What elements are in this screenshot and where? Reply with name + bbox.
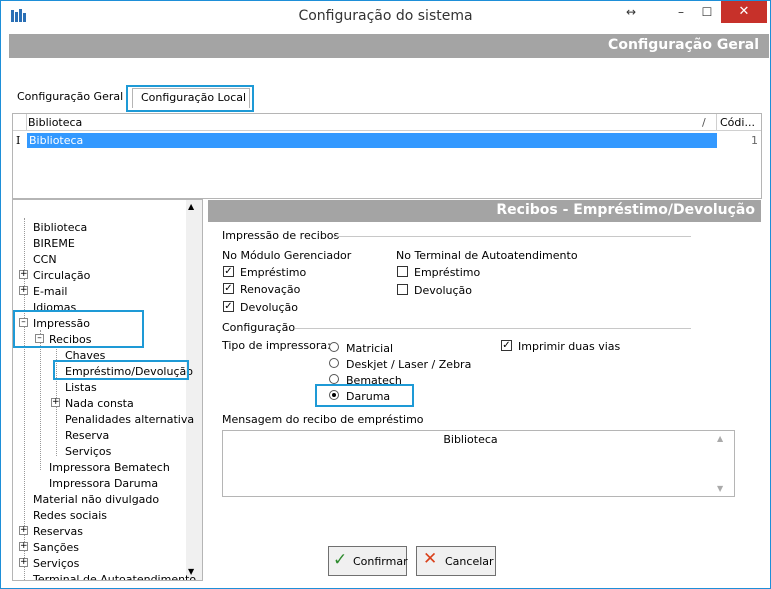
label-deskjet: Deskjet / Laser / Zebra xyxy=(346,358,472,371)
tree-highlight-emprestimo xyxy=(53,360,189,380)
close-button[interactable]: ✕ xyxy=(721,1,767,23)
window-title: Configuração do sistema xyxy=(298,8,473,24)
tree-item-servicos[interactable]: Serviços xyxy=(33,557,79,570)
library-grid: Biblioteca / Códi... I Biblioteca 1 xyxy=(12,113,762,199)
section-impressao-recibos: Impressão de recibos xyxy=(222,229,340,242)
tree-connector xyxy=(40,330,41,470)
tree-item-servicos-recibo[interactable]: Serviços xyxy=(65,445,111,458)
radio-bematech[interactable] xyxy=(329,374,339,384)
checkbox-emprestimo-terminal[interactable] xyxy=(397,266,408,277)
scroll-up-icon[interactable]: ▲ xyxy=(717,434,723,443)
panel-header: Recibos - Empréstimo/Devolução xyxy=(208,200,761,222)
tree-item-reservas[interactable]: Reservas xyxy=(33,525,83,538)
row-indicator-icon: I xyxy=(16,134,21,147)
resize-icon[interactable]: ↔ xyxy=(621,1,641,23)
row-name: Biblioteca xyxy=(29,134,84,147)
cancel-label: Cancelar xyxy=(445,555,494,568)
module-group-title: No Módulo Gerenciador xyxy=(222,249,352,262)
printer-type-label: Tipo de impressora: xyxy=(222,339,331,352)
tree-item-bireme[interactable]: BIREME xyxy=(33,237,75,250)
check-icon: ✓ xyxy=(333,550,348,570)
tree-item-impressora-bematech[interactable]: Impressora Bematech xyxy=(49,461,170,474)
tree-item-circulacao[interactable]: Circulação xyxy=(33,269,90,282)
expand-icon[interactable]: + xyxy=(19,286,28,295)
tab-highlight xyxy=(126,85,254,112)
tree-item-terminal[interactable]: Terminal de Autoatendimento xyxy=(33,573,196,580)
section-divider xyxy=(295,328,691,329)
checkbox-emprestimo-modulo[interactable]: ✓ xyxy=(223,266,234,277)
panel-title: Recibos - Empréstimo/Devolução xyxy=(496,202,755,218)
cancel-icon: ✕ xyxy=(423,549,438,569)
check-icon: ✓ xyxy=(224,301,233,312)
section-divider xyxy=(333,236,691,237)
label-duas-vias: Imprimir duas vias xyxy=(518,340,621,353)
message-text: Biblioteca xyxy=(443,433,498,446)
tree-item-email[interactable]: E-mail xyxy=(33,285,68,298)
tree-item-listas[interactable]: Listas xyxy=(65,381,97,394)
label-matricial: Matricial xyxy=(346,342,394,355)
daruma-highlight xyxy=(315,384,414,407)
scroll-down-icon[interactable]: ▼ xyxy=(717,484,723,493)
label-devolucao-modulo: Devolução xyxy=(240,301,299,314)
checkbox-renovacao-modulo[interactable]: ✓ xyxy=(223,283,234,294)
checkbox-duas-vias[interactable]: ✓ xyxy=(501,340,512,351)
column-divider xyxy=(716,114,717,131)
radio-deskjet[interactable] xyxy=(329,358,339,368)
label-emprestimo-modulo: Empréstimo xyxy=(240,266,307,279)
cancel-button[interactable]: ✕ Cancelar xyxy=(416,546,496,576)
table-row[interactable]: Biblioteca xyxy=(27,133,717,148)
tree-item-penalidades[interactable]: Penalidades alternativa xyxy=(65,413,194,426)
expand-icon[interactable]: + xyxy=(51,398,60,407)
settings-tree: ▲ ▼ Biblioteca BIREME CCN + Circulação +… xyxy=(12,199,203,581)
expand-icon[interactable]: + xyxy=(19,558,28,567)
sort-icon: / xyxy=(702,116,706,129)
tree-item-nada-consta[interactable]: Nada consta xyxy=(65,397,134,410)
tree-scrollbar[interactable] xyxy=(186,200,202,580)
checkbox-devolucao-modulo[interactable]: ✓ xyxy=(223,301,234,312)
tab-configuracao-geral[interactable]: Configuração Geral xyxy=(17,90,123,103)
scroll-up-icon[interactable]: ▲ xyxy=(188,202,194,211)
check-icon: ✓ xyxy=(224,283,233,294)
message-label: Mensagem do recibo de empréstimo xyxy=(222,413,424,426)
message-textarea[interactable]: Biblioteca ▲ ▼ xyxy=(222,430,735,497)
expand-icon[interactable]: + xyxy=(19,526,28,535)
row-code: 1 xyxy=(751,134,758,147)
radio-matricial[interactable] xyxy=(329,342,339,352)
config-header: Configuração Geral xyxy=(9,34,769,58)
tree-item-redes-sociais[interactable]: Redes sociais xyxy=(33,509,107,522)
tree-highlight-impressao xyxy=(13,310,144,348)
tree-item-material-nao-divulgado[interactable]: Material não divulgado xyxy=(33,493,159,506)
indicator-divider xyxy=(26,114,27,131)
grid-header xyxy=(13,114,761,131)
tree-item-ccn[interactable]: CCN xyxy=(33,253,57,266)
config-header-title: Configuração Geral xyxy=(608,37,759,53)
check-icon: ✓ xyxy=(502,340,511,351)
label-devolucao-terminal: Devolução xyxy=(414,284,473,297)
grid-column-biblioteca[interactable]: Biblioteca xyxy=(28,116,82,129)
section-configuracao: Configuração xyxy=(222,321,296,334)
check-icon: ✓ xyxy=(224,266,233,277)
minimize-button[interactable]: – xyxy=(666,1,696,23)
label-renovacao-modulo: Renovação xyxy=(240,283,301,296)
title-bar: Configuração do sistema ↔ – ☐ ✕ xyxy=(1,1,770,31)
terminal-group-title: No Terminal de Autoatendimento xyxy=(396,249,578,262)
tree-item-impressora-daruma[interactable]: Impressora Daruma xyxy=(49,477,158,490)
confirm-label: Confirmar xyxy=(353,555,408,568)
confirm-button[interactable]: ✓ Confirmar xyxy=(328,546,408,576)
tree-item-sancoes[interactable]: Sanções xyxy=(33,541,79,554)
expand-icon[interactable]: + xyxy=(19,542,28,551)
label-emprestimo-terminal: Empréstimo xyxy=(414,266,481,279)
main-window: Configuração do sistema ↔ – ☐ ✕ Configur… xyxy=(0,0,771,589)
grid-column-codigo[interactable]: Códi... xyxy=(720,116,755,129)
expand-icon[interactable]: + xyxy=(19,270,28,279)
tree-item-reserva[interactable]: Reserva xyxy=(65,429,109,442)
checkbox-devolucao-terminal[interactable] xyxy=(397,284,408,295)
maximize-button[interactable]: ☐ xyxy=(694,1,720,23)
tree-item-biblioteca[interactable]: Biblioteca xyxy=(33,221,87,234)
